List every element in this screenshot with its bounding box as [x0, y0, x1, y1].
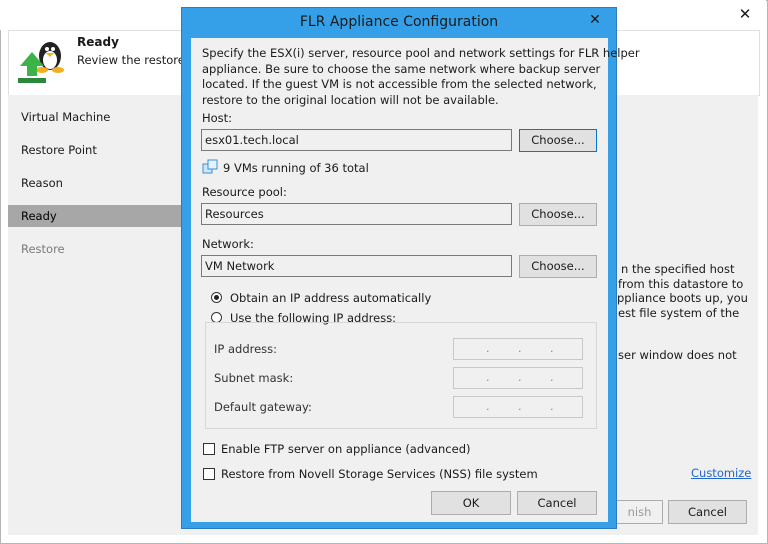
nav-item-reason[interactable]: Reason [8, 172, 183, 194]
default-gateway-label: Default gateway: [214, 400, 312, 414]
description-line: appliance. Be sure to choose the same ne… [202, 61, 601, 76]
host-status-text: 9 VMs running of 36 total [223, 161, 369, 175]
ip-address-field[interactable]: ... [453, 338, 583, 360]
network-label: Network: [202, 237, 254, 251]
dialog-title: FLR Appliance Configuration [182, 8, 616, 36]
nav-item-restore-point[interactable]: Restore Point [8, 139, 183, 161]
default-gateway-field[interactable]: ... [453, 396, 583, 418]
nav-item-ready[interactable]: Ready [8, 205, 183, 227]
host-field[interactable]: esx01.tech.local [201, 129, 512, 151]
vms-status-icon [202, 159, 218, 174]
dialog-cancel-button[interactable]: Cancel [517, 491, 597, 515]
network-choose-button[interactable]: Choose... [519, 255, 597, 278]
resource-pool-label: Resource pool: [202, 185, 287, 199]
customize-link[interactable]: Customize [691, 466, 751, 480]
ftp-checkbox[interactable] [203, 443, 215, 455]
ftp-label[interactable]: Enable FTP server on appliance (advanced… [221, 442, 470, 456]
wizard-step-subtitle: Review the restore s [77, 53, 195, 67]
description-line: Specify the ESX(i) server, resource pool… [202, 46, 640, 60]
nss-checkbox[interactable] [203, 468, 215, 480]
summary-text-line: ppliance boots up, you [617, 291, 748, 305]
resource-pool-choose-button[interactable]: Choose... [519, 203, 597, 226]
nss-label[interactable]: Restore from Novell Storage Services (NS… [221, 467, 538, 481]
resource-pool-field[interactable]: Resources [201, 203, 512, 225]
linux-restore-logo-icon [18, 42, 64, 83]
description-line: restore to the original location will no… [202, 92, 499, 107]
subnet-mask-label: Subnet mask: [214, 371, 294, 385]
ip-address-label: IP address: [214, 342, 278, 356]
subnet-mask-field[interactable]: ... [453, 367, 583, 389]
host-choose-button[interactable]: Choose... [519, 129, 597, 152]
summary-text-line: from this datastore to [618, 277, 744, 291]
wizard-nav [8, 95, 183, 535]
summary-text-line: ser window does not [618, 348, 737, 362]
wizard-close-icon[interactable]: ✕ [732, 4, 758, 24]
summary-text-line: est file system of the [618, 306, 740, 320]
nav-item-virtual-machine[interactable]: Virtual Machine [8, 106, 183, 128]
dialog-description: Specify the ESX(i) server, resource pool… [202, 46, 640, 108]
dialog-close-icon[interactable]: ✕ [584, 10, 606, 30]
description-line: located. If the guest VM is not accessib… [202, 77, 597, 91]
wizard-step-title: Ready [77, 35, 119, 49]
nav-item-restore: Restore [21, 242, 65, 256]
finish-button[interactable]: nish [617, 500, 663, 524]
summary-text-line: n the specified host [621, 262, 735, 276]
ok-button[interactable]: OK [431, 491, 511, 515]
network-field[interactable]: VM Network [201, 255, 512, 277]
wizard-cancel-button[interactable]: Cancel [668, 500, 747, 524]
ip-auto-radio[interactable] [211, 292, 222, 303]
ip-auto-label[interactable]: Obtain an IP address automatically [230, 291, 431, 305]
host-label: Host: [202, 111, 233, 125]
